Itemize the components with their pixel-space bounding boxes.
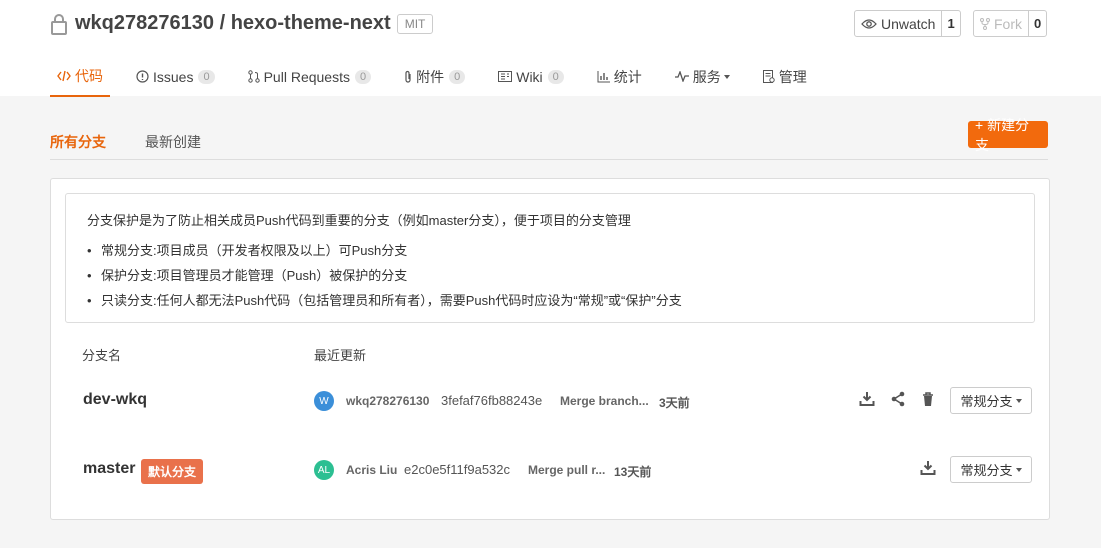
repo-separator: /: [214, 12, 231, 34]
info-title: 分支保护是为了防止相关成员Push代码到重要的分支（例如master分支），便于…: [87, 213, 631, 228]
trash-icon[interactable]: [920, 391, 936, 407]
branch-row: master 默认分支 AL Acris Liu e2c0e5f11f9a532…: [51, 444, 1049, 494]
wiki-count: 0: [547, 69, 564, 84]
info-item: 保护分支:项目管理员才能管理（Push）被保护的分支: [87, 267, 682, 292]
eye-icon: [861, 18, 877, 29]
info-list: 常规分支:项目成员（开发者权限及以上）可Push分支 保护分支:项目管理员才能管…: [87, 242, 682, 317]
license-badge[interactable]: MIT: [396, 13, 434, 34]
unwatch-button[interactable]: Unwatch: [855, 11, 943, 36]
commit-time: 3天前: [659, 396, 690, 410]
tab-issues-label: Issues: [153, 68, 194, 85]
repo-name-link[interactable]: hexo-theme-next: [231, 12, 391, 35]
repo-title: wkq278276130 / hexo-theme-next MIT: [50, 12, 434, 35]
paperclip-icon: [405, 70, 411, 83]
fork-icon: [980, 17, 990, 30]
branch-type-label: 常规分支: [960, 394, 1013, 409]
tab-issues[interactable]: Issues 0: [129, 56, 222, 97]
branch-type-dropdown[interactable]: 常规分支: [950, 456, 1032, 483]
watch-count[interactable]: 1: [942, 11, 959, 36]
watch-group: Unwatch 1: [854, 10, 961, 37]
tab-services[interactable]: 服务: [668, 56, 737, 97]
avatar[interactable]: W: [314, 391, 334, 411]
tab-wiki-label: Wiki: [516, 68, 543, 85]
tab-attachments-label: 附件: [416, 68, 445, 85]
download-icon[interactable]: [920, 460, 936, 476]
branch-panel: 分支保护是为了防止相关成员Push代码到重要的分支（例如master分支），便于…: [50, 178, 1050, 520]
fork-button[interactable]: Fork: [974, 11, 1029, 36]
wiki-icon: [498, 71, 513, 82]
tab-manage[interactable]: 管理: [756, 56, 814, 97]
column-header-branch-name: 分支名: [82, 348, 122, 363]
share-icon[interactable]: [890, 391, 906, 407]
settings-doc-icon: [762, 70, 775, 83]
filter-recent-branches[interactable]: 最新创建: [145, 132, 201, 152]
tab-stats[interactable]: 统计: [590, 56, 649, 97]
tab-pull-requests[interactable]: Pull Requests 0: [241, 56, 379, 97]
default-branch-badge: 默认分支: [141, 459, 204, 484]
branch-filter-bar: 所有分支 最新创建 + 新建分支: [50, 117, 1048, 160]
commit-message[interactable]: Merge pull r...: [528, 463, 605, 477]
chevron-down-icon: [1015, 398, 1022, 403]
tab-code[interactable]: 代码: [50, 56, 110, 97]
commit-author[interactable]: wkq278276130: [346, 394, 429, 408]
info-item: 常规分支:项目成员（开发者权限及以上）可Push分支: [87, 242, 682, 267]
chart-icon: [597, 70, 610, 82]
tab-wiki[interactable]: Wiki 0: [491, 56, 571, 97]
issues-count: 0: [198, 69, 215, 84]
commit-author[interactable]: Acris Liu: [346, 463, 397, 477]
tab-code-label: 代码: [75, 67, 103, 84]
branch-name-link[interactable]: master: [83, 460, 135, 478]
filter-all-branches[interactable]: 所有分支: [50, 132, 106, 152]
chevron-down-icon: [723, 74, 730, 79]
branch-protection-info: 分支保护是为了防止相关成员Push代码到重要的分支（例如master分支），便于…: [65, 193, 1035, 323]
tab-manage-label: 管理: [778, 68, 807, 85]
fork-label: Fork: [994, 15, 1022, 32]
commit-message[interactable]: Merge branch...: [560, 394, 649, 408]
tab-pull-requests-label: Pull Requests: [263, 68, 350, 85]
code-icon: [57, 70, 71, 81]
commit-sha-link[interactable]: 3fefaf76fb88243e: [441, 393, 542, 408]
chevron-down-icon: [1015, 467, 1022, 472]
commit-time: 13天前: [614, 465, 652, 479]
tab-attachments[interactable]: 附件 0: [397, 56, 472, 97]
tab-services-label: 服务: [692, 68, 721, 85]
repo-owner-link[interactable]: wkq278276130: [75, 12, 214, 35]
pull-requests-count: 0: [354, 69, 372, 84]
pulse-icon: [674, 71, 689, 82]
unwatch-label: Unwatch: [881, 15, 936, 32]
fork-count[interactable]: 0: [1029, 11, 1046, 36]
info-item: 只读分支:任何人都无法Push代码（包括管理员和所有者），需要Push代码时应设…: [87, 292, 682, 317]
branch-type-dropdown[interactable]: 常规分支: [950, 387, 1032, 414]
avatar[interactable]: AL: [314, 460, 334, 480]
branch-row: dev-wkq W wkq278276130 3fefaf76fb88243e …: [51, 375, 1049, 425]
new-branch-button[interactable]: + 新建分支: [968, 117, 1048, 153]
tab-stats-label: 统计: [613, 68, 642, 85]
pull-request-icon: [247, 70, 260, 83]
attachments-count: 0: [449, 69, 466, 84]
branch-type-label: 常规分支: [960, 463, 1013, 478]
branch-name-link[interactable]: dev-wkq: [83, 391, 147, 409]
commit-sha-link[interactable]: e2c0e5f11f9a532c: [404, 462, 510, 477]
repo-tabs: 代码 Issues 0 Pull Requests 0 附件 0 Wiki 0 …: [50, 56, 833, 99]
fork-group: Fork 0: [973, 10, 1048, 37]
column-header-last-updated: 最近更新: [314, 348, 367, 363]
lock-icon: [51, 13, 67, 35]
download-icon[interactable]: [859, 391, 875, 407]
repo-header: wkq278276130 / hexo-theme-next MIT Unwat…: [0, 0, 1101, 99]
issue-icon: [136, 70, 149, 83]
